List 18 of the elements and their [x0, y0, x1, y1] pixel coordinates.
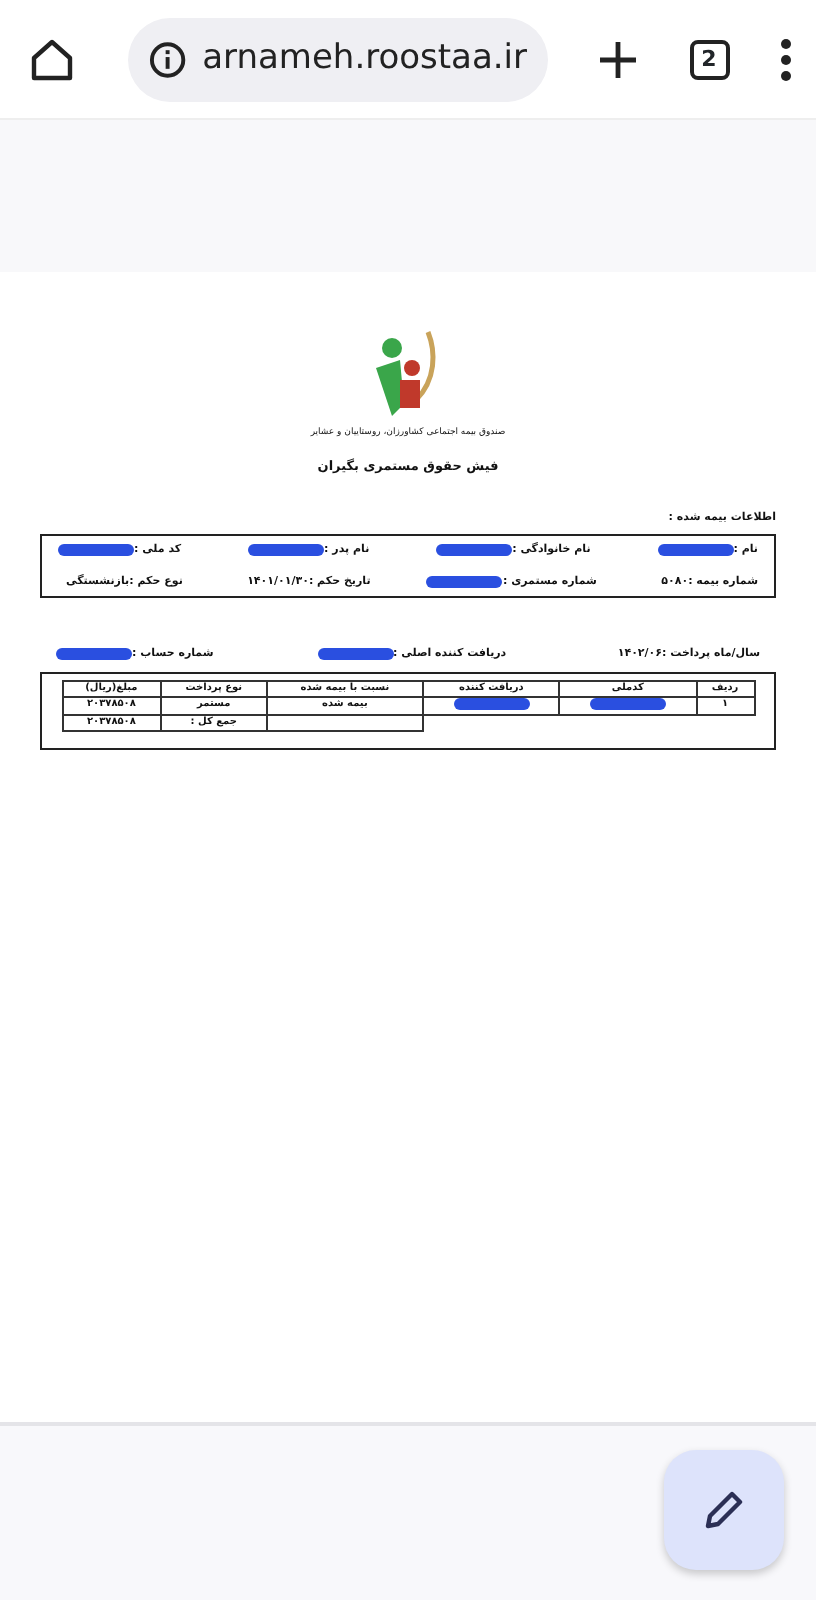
redaction-scribble [453, 698, 530, 710]
redaction-scribble [436, 543, 513, 556]
url-text: arnameh.roostaa.ir [202, 35, 527, 82]
info-icon[interactable] [147, 39, 187, 79]
redaction-scribble [248, 543, 325, 556]
new-tab-icon[interactable] [598, 39, 638, 79]
pencil-icon [702, 1488, 746, 1532]
redaction-scribble [657, 543, 734, 556]
redaction-scribble [58, 543, 134, 556]
home-icon[interactable] [28, 35, 76, 83]
redaction-scribble [589, 698, 666, 710]
redaction-scribble [56, 648, 133, 661]
tab-count-button[interactable]: 2 [689, 39, 729, 79]
address-bar[interactable]: arnameh.roostaa.ir [127, 17, 547, 101]
edit-button[interactable] [664, 1450, 784, 1570]
redaction-scribble [426, 576, 503, 589]
redaction-scribble [317, 648, 394, 661]
menu-icon[interactable] [780, 37, 792, 81]
